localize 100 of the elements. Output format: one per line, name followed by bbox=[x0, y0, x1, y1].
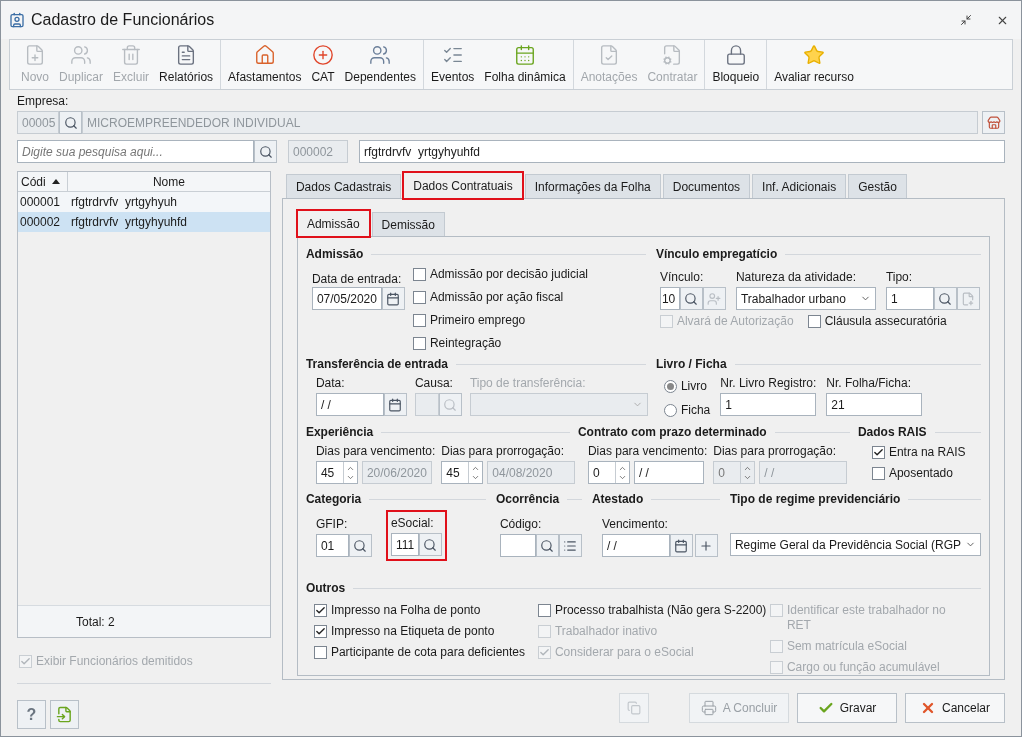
checkbox-label: Cláusula assecuratória bbox=[824, 314, 947, 329]
store-icon bbox=[986, 115, 1001, 130]
help-button[interactable]: ? bbox=[17, 700, 46, 729]
field-label: Nr. Livro Registro: bbox=[720, 375, 817, 391]
activity-dropdown[interactable]: Trabalhador urbano bbox=[735, 287, 876, 310]
total-count: Total: 2 bbox=[76, 613, 115, 631]
radio-button[interactable] bbox=[663, 403, 677, 417]
checkbox-label: Primeiro emprego bbox=[429, 313, 526, 328]
table-cell-text: 000001 bbox=[19, 194, 62, 211]
radio-button[interactable] bbox=[663, 379, 677, 393]
search-button[interactable] bbox=[679, 287, 703, 310]
code-field[interactable]: 111 bbox=[390, 533, 419, 556]
column-header[interactable]: Nome bbox=[68, 172, 270, 191]
text-field[interactable]: 21 bbox=[826, 393, 923, 416]
search-button[interactable] bbox=[254, 140, 277, 163]
calendar-icon bbox=[674, 538, 689, 553]
close-icon bbox=[920, 700, 936, 716]
calendar-icon bbox=[514, 43, 536, 66]
section-title: Categoria bbox=[305, 491, 362, 508]
tab[interactable]: Inf. Adicionais bbox=[752, 174, 847, 198]
plus-circle-icon bbox=[312, 43, 334, 66]
search-icon bbox=[443, 397, 458, 412]
checkbox[interactable] bbox=[412, 337, 426, 350]
date-field[interactable]: / / bbox=[601, 534, 670, 557]
search-button[interactable] bbox=[348, 534, 372, 557]
spin-field[interactable]: 0 bbox=[587, 461, 630, 484]
restore-icon[interactable] bbox=[960, 14, 972, 26]
toolbar-button[interactable]: Avaliar recurso bbox=[770, 40, 858, 89]
toolbar-button[interactable]: Eventos bbox=[426, 40, 479, 89]
table-row[interactable]: 000002 rfgtrdrvfv yrtgyhyuhfd bbox=[18, 212, 270, 232]
checkbox[interactable] bbox=[412, 314, 426, 327]
code-field[interactable]: 01 bbox=[315, 534, 349, 557]
toolbar-button[interactable]: Dependentes bbox=[340, 40, 420, 89]
search-button[interactable] bbox=[418, 533, 442, 556]
toolbar-button[interactable]: CAT bbox=[307, 40, 339, 89]
search-icon bbox=[684, 291, 699, 306]
calendar-icon bbox=[386, 291, 401, 306]
toolbar-button[interactable]: Bloqueio bbox=[708, 40, 764, 89]
checkbox[interactable] bbox=[412, 268, 426, 281]
action-button[interactable]: Gravar bbox=[797, 693, 897, 723]
checkbox[interactable] bbox=[871, 446, 885, 459]
list-button[interactable] bbox=[558, 534, 582, 557]
text-field[interactable]: 1 bbox=[720, 393, 817, 416]
checkbox-label: Exibir Funcionários demitidos bbox=[36, 654, 193, 669]
spin-value: 45 bbox=[319, 464, 336, 482]
date-field[interactable]: / / bbox=[315, 393, 384, 416]
action-button[interactable]: Cancelar bbox=[905, 693, 1005, 723]
sort-arrow-icon bbox=[51, 179, 60, 184]
table-row[interactable]: 000001 rfgtrdrvfv yrtgyhyuh bbox=[18, 192, 270, 212]
date-field[interactable]: / / bbox=[633, 461, 704, 484]
field-label: Tipo: bbox=[885, 269, 914, 285]
calendar-button[interactable] bbox=[669, 534, 693, 557]
add-document-icon bbox=[961, 291, 976, 306]
calendar-button[interactable] bbox=[381, 287, 405, 310]
search-icon bbox=[258, 144, 273, 159]
checkbox[interactable] bbox=[871, 467, 885, 480]
tab[interactable]: Admissão bbox=[296, 210, 370, 237]
checkbox-label: Trabalhador inativo bbox=[554, 624, 658, 639]
spin-field[interactable]: 45 bbox=[315, 461, 358, 484]
code-field[interactable]: 1 bbox=[885, 287, 934, 310]
spin-value: 0 bbox=[717, 464, 726, 482]
checkbox[interactable] bbox=[313, 625, 327, 638]
add-button[interactable] bbox=[694, 534, 718, 557]
tab[interactable]: Gestão bbox=[848, 174, 907, 198]
star-icon bbox=[803, 43, 826, 66]
toolbar-button[interactable]: Relatórios bbox=[155, 40, 218, 89]
code-field[interactable] bbox=[499, 534, 536, 557]
cause-field[interactable] bbox=[414, 393, 439, 416]
code-field[interactable]: 10 bbox=[659, 287, 680, 310]
checkbox[interactable] bbox=[412, 291, 426, 304]
field-label: Dias para prorrogação: bbox=[441, 443, 565, 459]
regime-dropdown[interactable]: Regime Geral da Previdência Social (RGP bbox=[729, 533, 981, 556]
spin-field[interactable]: 45 bbox=[441, 461, 484, 484]
checkbox[interactable] bbox=[537, 604, 551, 617]
tab[interactable]: Demissão bbox=[371, 212, 445, 236]
calendar-button[interactable] bbox=[383, 393, 407, 416]
checkbox[interactable] bbox=[313, 604, 327, 617]
checkbox[interactable] bbox=[313, 646, 327, 659]
checkbox-label: Processo trabalhista (Não gera S-2200) bbox=[554, 603, 767, 618]
employee-name-field[interactable]: rfgtrdrvfv yrtgyhyuhfd bbox=[359, 140, 1005, 163]
tab[interactable]: Informações da Folha bbox=[524, 174, 661, 198]
search-button[interactable] bbox=[59, 111, 82, 134]
field-label: Data de entrada: bbox=[311, 271, 403, 287]
date-field[interactable]: 07/05/2020 bbox=[311, 287, 382, 310]
tab[interactable]: Dados Contratuais bbox=[403, 172, 523, 199]
checkbox-label: Considerar para o eSocial bbox=[554, 645, 694, 660]
checkbox[interactable] bbox=[807, 315, 821, 328]
export-button[interactable] bbox=[50, 700, 79, 729]
section-title: Outros bbox=[305, 580, 346, 597]
toolbar-button[interactable]: Afastamentos bbox=[224, 40, 306, 89]
toolbar-button[interactable]: Folha dinâmica bbox=[480, 40, 570, 89]
search-button[interactable] bbox=[933, 287, 957, 310]
tab[interactable]: Documentos bbox=[662, 174, 751, 198]
calendar-icon bbox=[388, 397, 403, 412]
checkbox-label: Sem matrícula eSocial bbox=[786, 639, 907, 654]
tab[interactable]: Dados Cadastrais bbox=[285, 174, 402, 198]
search-button[interactable] bbox=[535, 534, 559, 557]
search-field[interactable]: Digite sua pesquisa aqui... bbox=[17, 140, 254, 163]
company-button[interactable] bbox=[982, 111, 1005, 134]
column-header[interactable]: Códi bbox=[18, 172, 68, 191]
